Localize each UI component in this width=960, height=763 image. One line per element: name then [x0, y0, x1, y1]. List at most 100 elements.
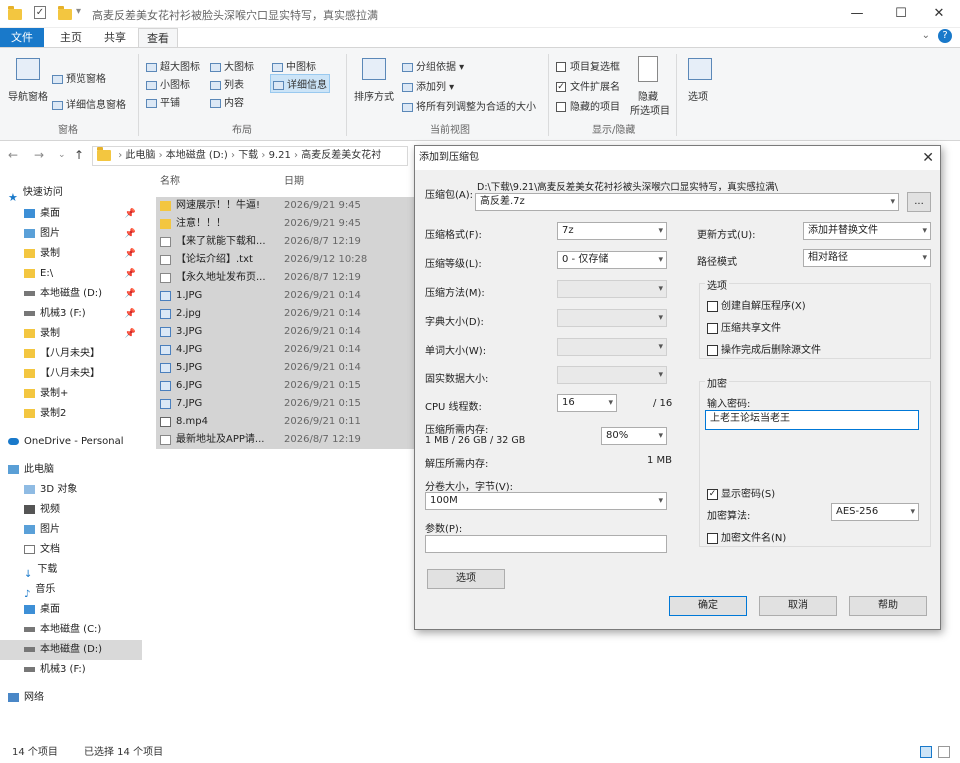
- layout-large-icons[interactable]: 大图标: [210, 58, 254, 73]
- navigation-pane-button[interactable]: 导航窗格: [8, 88, 48, 103]
- hidden-items-checkbox[interactable]: [556, 102, 566, 112]
- expand-ribbon-icon[interactable]: ⌄: [922, 30, 930, 41]
- layout-tiles[interactable]: 平铺: [146, 94, 180, 109]
- nav-item-desktop[interactable]: 桌面 📌: [24, 204, 142, 224]
- forward-arrow-icon[interactable]: →: [34, 148, 44, 162]
- nav-item-desktop-pc[interactable]: 桌面: [24, 600, 142, 620]
- dictionary-select[interactable]: ▾: [557, 309, 667, 327]
- file-row[interactable]: 2.jpg 2026/9/21 0:14: [156, 305, 414, 323]
- tab-home[interactable]: 主页: [52, 28, 90, 48]
- item-checkboxes-toggle[interactable]: 项目复选框: [556, 58, 620, 73]
- password-input[interactable]: 上老王论坛当老王: [705, 410, 919, 430]
- create-sfx-checkbox[interactable]: [707, 300, 718, 312]
- show-password-checkbox[interactable]: ✓: [707, 488, 718, 500]
- file-row[interactable]: 6.JPG 2026/9/21 0:15: [156, 377, 414, 395]
- archive-name-combo[interactable]: 高反差.7z ▾: [475, 193, 899, 211]
- layout-medium-icons[interactable]: 中图标: [272, 58, 316, 73]
- layout-list[interactable]: 列表: [210, 76, 244, 91]
- volume-size-combo[interactable]: 100M ▾: [425, 492, 667, 510]
- file-extensions-toggle[interactable]: ✓ 文件扩展名: [556, 78, 620, 93]
- ok-button[interactable]: 确定: [669, 596, 747, 616]
- cancel-button[interactable]: 取消: [759, 596, 837, 616]
- close-button[interactable]: ✕: [924, 4, 954, 24]
- options-button[interactable]: 选项: [427, 569, 505, 589]
- memory-percent-select[interactable]: 80% ▾: [601, 427, 667, 445]
- nav-item-recordings[interactable]: 录制 📌: [24, 244, 142, 264]
- encrypt-names-checkbox[interactable]: [707, 532, 718, 544]
- minimize-button[interactable]: —: [842, 4, 872, 24]
- nav-item-bayue-1[interactable]: 【八月未央】: [24, 344, 142, 364]
- tab-share[interactable]: 共享: [96, 28, 134, 48]
- nav-item-downloads[interactable]: ↓ 下载: [24, 560, 142, 580]
- file-row[interactable]: 1.JPG 2026/9/21 0:14: [156, 287, 414, 305]
- solid-block-select[interactable]: ▾: [557, 366, 667, 384]
- details-view-icon[interactable]: [920, 746, 932, 758]
- format-select[interactable]: 7z ▾: [557, 222, 667, 240]
- compress-shared-checkbox[interactable]: [707, 322, 718, 334]
- file-row[interactable]: 最新地址及APP请... 2026/8/7 12:19: [156, 431, 414, 449]
- delete-after-option[interactable]: 操作完成后删除源文件: [707, 341, 821, 356]
- word-size-select[interactable]: ▾: [557, 338, 667, 356]
- file-row[interactable]: 【论坛介绍】.txt 2026/9/12 10:28: [156, 251, 414, 269]
- update-mode-select[interactable]: 添加并替换文件 ▾: [803, 222, 931, 240]
- nav-item-local-disk-d[interactable]: 本地磁盘 (D:) 📌: [24, 284, 142, 304]
- column-header-date[interactable]: 日期: [284, 172, 304, 187]
- nav-network[interactable]: 网络: [8, 688, 150, 708]
- breadcrumb-this-pc[interactable]: 此电脑: [125, 150, 155, 161]
- new-folder-icon[interactable]: [58, 6, 72, 20]
- method-select[interactable]: ▾: [557, 280, 667, 298]
- nav-quick-access[interactable]: ★ 快速访问: [8, 183, 150, 204]
- options-button[interactable]: 选项: [688, 88, 708, 103]
- tab-view[interactable]: 查看: [138, 28, 178, 48]
- recent-locations-icon[interactable]: ⌄: [58, 150, 66, 160]
- nav-item-disk-f-pc[interactable]: 机械3 (F:): [24, 660, 142, 680]
- item-checkboxes-checkbox[interactable]: [556, 62, 566, 72]
- cpu-threads-select[interactable]: 16 ▾: [557, 394, 617, 412]
- delete-after-checkbox[interactable]: [707, 344, 718, 356]
- compress-shared-option[interactable]: 压缩共享文件: [707, 319, 781, 334]
- file-row[interactable]: 4.JPG 2026/9/21 0:14: [156, 341, 414, 359]
- back-arrow-icon[interactable]: ←: [8, 148, 18, 162]
- tab-file[interactable]: 文件: [0, 28, 44, 48]
- breadcrumb-9-21[interactable]: 9.21: [269, 150, 291, 161]
- nav-item-videos[interactable]: 视频: [24, 500, 142, 520]
- nav-item-recordings-2[interactable]: 录制 📌: [24, 324, 142, 344]
- help-button[interactable]: 帮助: [849, 596, 927, 616]
- encryption-method-select[interactable]: AES-256 ▾: [831, 503, 919, 521]
- nav-item-pictures[interactable]: 图片 📌: [24, 224, 142, 244]
- up-arrow-icon[interactable]: ↑: [74, 148, 84, 162]
- column-header-name[interactable]: 名称: [160, 172, 180, 187]
- details-pane-button[interactable]: 详细信息窗格: [52, 96, 126, 111]
- breadcrumb-downloads[interactable]: 下载: [238, 150, 258, 161]
- layout-content[interactable]: 内容: [210, 94, 244, 109]
- show-password-option[interactable]: ✓ 显示密码(S): [707, 485, 775, 500]
- file-extensions-checkbox[interactable]: ✓: [556, 82, 566, 92]
- preview-pane-button[interactable]: 预览窗格: [52, 70, 106, 85]
- nav-item-3d-objects[interactable]: 3D 对象: [24, 480, 142, 500]
- parameters-input[interactable]: [425, 535, 667, 553]
- file-row[interactable]: 网速展示！！牛逼! 2026/9/21 9:45: [156, 197, 414, 215]
- path-mode-select[interactable]: 相对路径 ▾: [803, 249, 931, 267]
- large-icons-view-icon[interactable]: [938, 746, 950, 758]
- nav-item-recordings-plus[interactable]: 录制+: [24, 384, 142, 404]
- layout-extra-large-icons[interactable]: 超大图标: [146, 58, 200, 73]
- file-row[interactable]: 7.JPG 2026/9/21 0:15: [156, 395, 414, 413]
- maximize-button[interactable]: ☐: [886, 4, 916, 24]
- sort-by-button[interactable]: 排序方式: [354, 88, 394, 103]
- hide-label[interactable]: 隐藏: [638, 88, 658, 103]
- breadcrumb-current-folder[interactable]: 高麦反差美女花衬: [301, 150, 381, 161]
- file-row[interactable]: 8.mp4 2026/9/21 0:11: [156, 413, 414, 431]
- create-sfx-option[interactable]: 创建自解压程序(X): [707, 297, 806, 312]
- dialog-close-button[interactable]: ✕: [922, 146, 934, 170]
- file-row[interactable]: 5.JPG 2026/9/21 0:14: [156, 359, 414, 377]
- nav-item-documents[interactable]: 文档: [24, 540, 142, 560]
- quick-access-dropdown-icon[interactable]: ▾: [76, 6, 90, 20]
- add-columns-button[interactable]: 添加列 ▾: [402, 78, 454, 93]
- hide-selected-button[interactable]: 所选项目: [630, 102, 670, 117]
- nav-item-bayue-2[interactable]: 【八月未央】: [24, 364, 142, 384]
- nav-item-music[interactable]: ♪ 音乐: [24, 580, 142, 600]
- hidden-items-toggle[interactable]: 隐藏的项目: [556, 98, 620, 113]
- file-row[interactable]: 注意！！！ 2026/9/21 9:45: [156, 215, 414, 233]
- encrypt-names-option[interactable]: 加密文件名(N): [707, 529, 786, 544]
- layout-details[interactable]: 详细信息: [270, 74, 330, 93]
